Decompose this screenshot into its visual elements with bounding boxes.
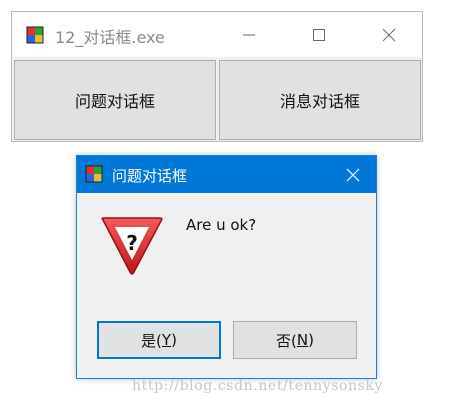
- minimize-button[interactable]: [226, 12, 272, 57]
- dialog-message: Are u ok?: [186, 216, 257, 234]
- dialog-app-icon: [85, 165, 103, 183]
- yes-label-end: ): [171, 331, 177, 349]
- message-dialog-button[interactable]: 消息对话框: [219, 60, 421, 140]
- close-icon: [346, 168, 360, 181]
- no-label-end: ): [308, 331, 314, 349]
- close-icon: [382, 28, 396, 41]
- svg-text:?: ?: [126, 231, 138, 255]
- no-shortcut: N: [296, 331, 309, 349]
- question-dialog: 问题对话框 ? Are u ok? 是(Y) 否(N): [76, 155, 377, 379]
- question-warning-icon: ?: [101, 217, 163, 275]
- close-button[interactable]: [366, 12, 412, 57]
- app-icon: [26, 26, 44, 44]
- main-window: 12_对话框.exe 问题对话框 消息对话框: [11, 11, 423, 142]
- yes-shortcut: Y: [161, 331, 172, 349]
- maximize-icon: [313, 28, 325, 41]
- yes-label: 是(: [141, 331, 162, 350]
- question-dialog-button[interactable]: 问题对话框: [14, 60, 216, 140]
- dialog-title: 问题对话框: [112, 167, 188, 185]
- dialog-close-button[interactable]: [330, 156, 376, 193]
- yes-button[interactable]: 是(Y): [97, 321, 221, 359]
- main-titlebar[interactable]: 12_对话框.exe: [12, 12, 422, 57]
- minimize-icon: [243, 34, 255, 35]
- maximize-button[interactable]: [296, 12, 342, 57]
- no-button[interactable]: 否(N): [233, 321, 357, 359]
- no-label: 否(: [276, 331, 297, 350]
- watermark: http://blog.csdn.net/tennysonsky: [132, 378, 384, 394]
- dialog-titlebar[interactable]: 问题对话框: [77, 156, 376, 193]
- window-title: 12_对话框.exe: [55, 28, 165, 47]
